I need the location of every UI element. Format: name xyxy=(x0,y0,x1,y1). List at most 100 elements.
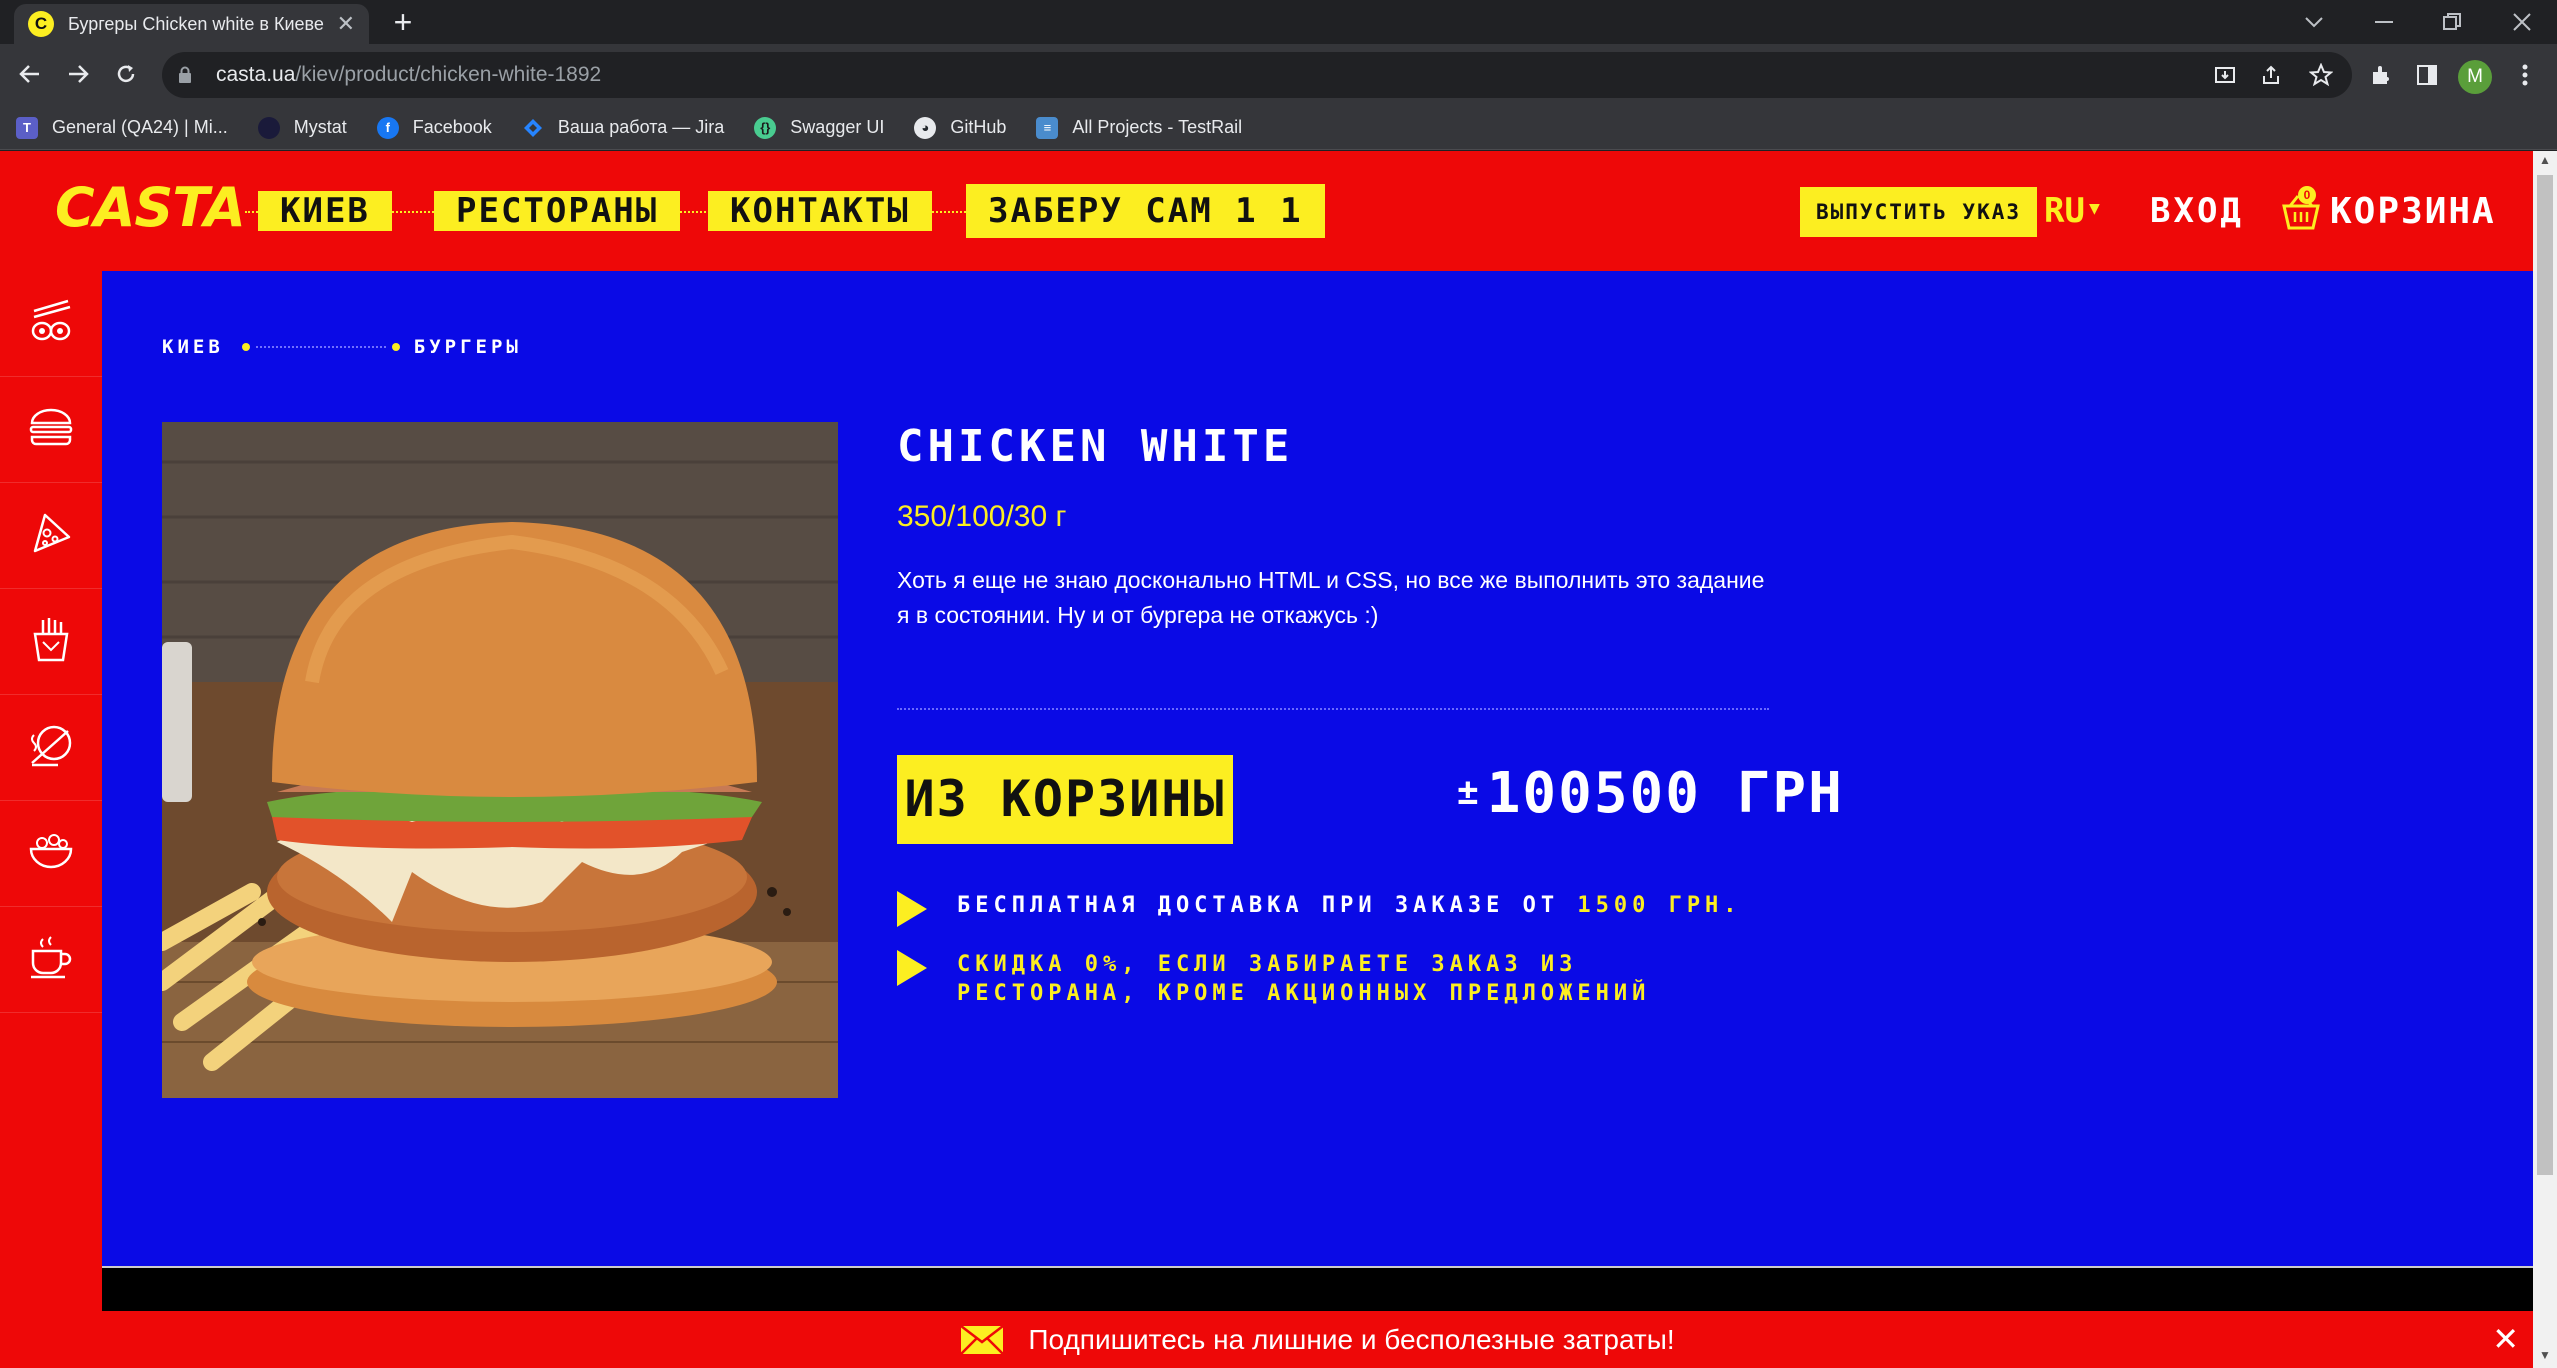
bookmarks-bar: T General (QA24) | Mi... Mystat f Facebook… xyxy=(0,106,2557,150)
cart-button[interactable]: 0 КОРЗИНА xyxy=(2280,185,2496,232)
category-sushi[interactable] xyxy=(0,271,102,377)
tab-title: Бургеры Chicken white в Киеве | xyxy=(68,13,327,34)
category-fries[interactable] xyxy=(0,589,102,695)
address-bar[interactable]: casta.ua/kiev/product/chicken-white-1892 xyxy=(162,52,2352,98)
burger-icon xyxy=(28,407,74,452)
bookmark-label: All Projects - TestRail xyxy=(1072,117,1243,137)
bookmark-item[interactable]: Mystat xyxy=(257,116,347,139)
browser-tab-bar: C Бургеры Chicken white в Киеве | ✕ + xyxy=(0,0,2557,44)
breadcrumb-category[interactable]: БУРГЕРЫ xyxy=(414,336,522,358)
casta-site: CASTA КИЕВ РЕСТОРАНЫ КОНТАКТЫ ЗАБЕРУ САМ… xyxy=(0,151,2533,1368)
share-icon[interactable] xyxy=(2252,56,2290,94)
nav-city[interactable]: КИЕВ xyxy=(258,191,392,231)
breadcrumb: КИЕВ БУРГЕРЫ xyxy=(162,336,522,358)
category-pizza[interactable] xyxy=(0,483,102,589)
casta-favicon-icon: C xyxy=(28,11,54,37)
bookmark-item[interactable]: T General (QA24) | Mi... xyxy=(16,116,228,139)
bookmark-star-icon[interactable] xyxy=(2302,56,2340,94)
url-host: casta.ua xyxy=(216,63,296,86)
cart-count-badge: 0 xyxy=(2298,185,2316,204)
facebook-icon: f xyxy=(376,116,399,139)
site-header: CASTA КИЕВ РЕСТОРАНЫ КОНТАКТЫ ЗАБЕРУ САМ… xyxy=(0,151,2533,271)
browser-tab[interactable]: C Бургеры Chicken white в Киеве | ✕ xyxy=(14,4,369,44)
bookmark-item[interactable]: {} Swagger UI xyxy=(754,116,885,139)
category-hot-dishes[interactable] xyxy=(0,695,102,801)
casta-logo[interactable]: CASTA xyxy=(55,176,246,239)
scroll-down-icon[interactable]: ▼ xyxy=(2533,1348,2557,1366)
basket-icon: 0 xyxy=(2280,185,2322,232)
triangle-bullet-icon xyxy=(897,950,927,986)
bookmark-item[interactable]: Ваша работа — Jira xyxy=(522,117,724,139)
bookmark-item[interactable]: f Facebook xyxy=(376,116,492,139)
language-select[interactable]: RU ▼ xyxy=(2044,191,2100,231)
breadcrumb-line xyxy=(255,346,386,348)
bookmark-label: Mystat xyxy=(293,117,347,137)
swagger-icon: {} xyxy=(754,116,777,139)
product-divider xyxy=(897,708,1769,710)
language-label: RU xyxy=(2044,191,2085,231)
remove-from-cart-button[interactable]: ИЗ КОРЗИНЫ xyxy=(897,755,1233,844)
bookmark-label: Swagger UI xyxy=(790,117,885,137)
delivery-amount: 1500 ГРН. xyxy=(1577,893,1742,918)
forward-icon[interactable] xyxy=(58,54,98,94)
install-app-icon[interactable] xyxy=(2206,56,2244,94)
nav-pickup[interactable]: ЗАБЕРУ САМ 1 1 xyxy=(966,184,1325,238)
product-weight: 350/100/30 г xyxy=(897,500,1067,533)
window-close-icon[interactable] xyxy=(2488,0,2556,44)
tab-close-icon[interactable]: ✕ xyxy=(337,11,355,37)
product-section: КИЕВ БУРГЕРЫ CHICKEN WHITE 350/100/30 г … xyxy=(102,271,2533,1266)
chevron-down-icon: ▼ xyxy=(2088,198,2100,219)
side-panel-icon[interactable] xyxy=(2408,56,2446,94)
extensions-icon[interactable] xyxy=(2362,56,2400,94)
scroll-up-icon[interactable]: ▲ xyxy=(2533,153,2557,171)
new-tab-button[interactable]: + xyxy=(386,4,420,40)
lock-icon[interactable] xyxy=(178,66,194,84)
bookmark-item[interactable]: ◕ GitHub xyxy=(914,116,1007,139)
issue-decree-button[interactable]: ВЫПУСТИТЬ УКАЗ xyxy=(1800,187,2038,237)
jira-icon xyxy=(522,117,544,139)
salad-icon xyxy=(28,831,74,876)
coffee-icon xyxy=(29,935,73,984)
bookmark-label: Ваша работа — Jira xyxy=(557,117,725,137)
browser-menu-icon[interactable] xyxy=(2506,56,2544,94)
minimize-icon[interactable] xyxy=(2350,0,2418,44)
mystat-icon xyxy=(257,116,280,139)
product-image xyxy=(162,422,838,1098)
hot-dish-icon xyxy=(28,723,74,772)
page-scrollbar[interactable]: ▲ ▼ xyxy=(2533,151,2557,1368)
category-salads[interactable] xyxy=(0,801,102,907)
cart-label: КОРЗИНА xyxy=(2330,191,2496,232)
testrail-icon: ≡ xyxy=(1036,116,1059,139)
subscribe-text: Подпишитесь на лишние и бесполезные затр… xyxy=(1028,1323,1675,1355)
pizza-icon xyxy=(29,511,73,560)
bookmark-label: GitHub xyxy=(950,117,1007,137)
category-burgers[interactable] xyxy=(0,377,102,483)
subscribe-close-icon[interactable]: ✕ xyxy=(2492,1323,2519,1355)
product-price: ±100500 ГРН xyxy=(1457,761,1842,826)
product-title: CHICKEN WHITE xyxy=(897,421,1294,472)
bookmark-label: Facebook xyxy=(412,117,492,137)
profile-avatar[interactable]: M xyxy=(2458,60,2492,94)
tab-search-icon[interactable] xyxy=(2280,0,2348,44)
category-drinks[interactable] xyxy=(0,907,102,1013)
login-link[interactable]: ВХОД xyxy=(2150,191,2244,231)
nav-restaurants[interactable]: РЕСТОРАНЫ xyxy=(434,191,681,231)
sushi-icon xyxy=(28,299,74,348)
nav-contacts[interactable]: КОНТАКТЫ xyxy=(708,191,932,231)
browser-toolbar: casta.ua/kiev/product/chicken-white-1892 xyxy=(0,44,2557,106)
scrollbar-thumb[interactable] xyxy=(2537,175,2553,1175)
envelope-icon xyxy=(960,1324,1005,1355)
breadcrumb-city[interactable]: КИЕВ xyxy=(162,336,224,358)
breadcrumb-dot xyxy=(241,343,250,351)
bookmark-item[interactable]: ≡ All Projects - TestRail xyxy=(1036,116,1243,139)
delivery-note-text: БЕСПЛАТНАЯ ДОСТАВКА ПРИ ЗАКАЗЕ ОТ xyxy=(957,893,1578,918)
price-prefix: ± xyxy=(1457,772,1481,813)
back-icon[interactable] xyxy=(10,54,50,94)
delivery-note: БЕСПЛАТНАЯ ДОСТАВКА ПРИ ЗАКАЗЕ ОТ 1500 Г… xyxy=(897,891,1742,927)
restore-icon[interactable] xyxy=(2418,0,2486,44)
github-icon: ◕ xyxy=(914,116,937,139)
bookmark-label: General (QA24) | Mi... xyxy=(52,117,228,137)
reload-icon[interactable] xyxy=(106,54,146,94)
subscribe-banner[interactable]: Подпишитесь на лишние и бесполезные затр… xyxy=(102,1311,2533,1368)
triangle-bullet-icon xyxy=(897,891,927,927)
